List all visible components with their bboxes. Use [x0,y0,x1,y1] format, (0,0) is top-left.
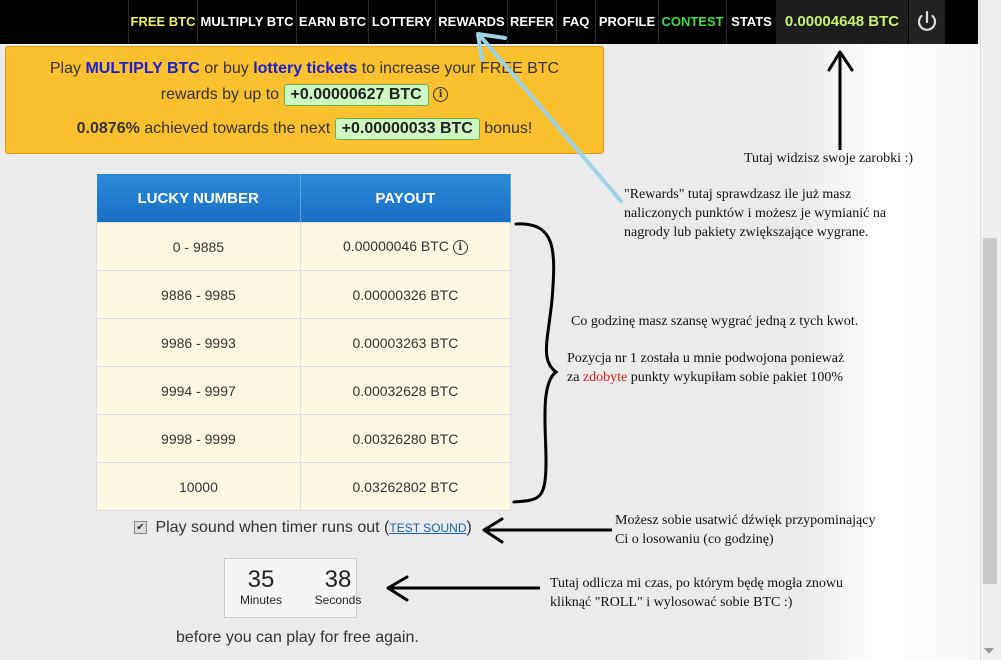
scroll-down-arrow-icon[interactable] [984,648,994,654]
sound-arrow [482,517,612,544]
table-brace [512,222,559,504]
rewards-arrow [476,32,623,203]
earnings-arrow [827,50,854,150]
annotation-overlay [386,32,854,602]
timer-arrow [386,575,540,602]
scrollbar-thumb[interactable] [983,238,997,584]
